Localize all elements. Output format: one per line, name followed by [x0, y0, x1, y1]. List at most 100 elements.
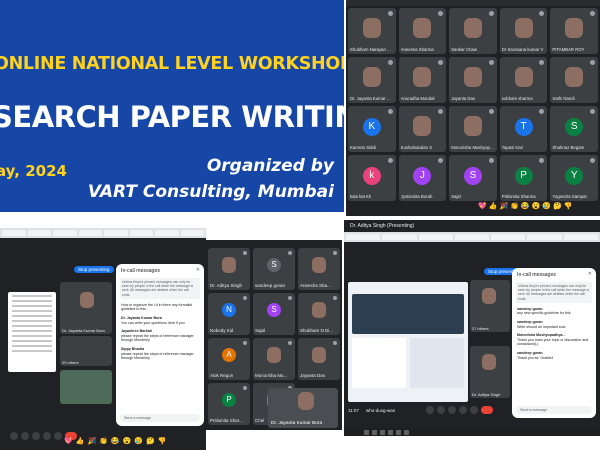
reaction-emoji-button[interactable]: 👏: [99, 437, 108, 446]
mic-button[interactable]: [426, 406, 434, 414]
avatar: S: [565, 118, 584, 136]
reaction-emoji-button[interactable]: 😮: [123, 437, 132, 446]
in-call-messages-panel: In-call messages ✕ Unless they're pinned…: [512, 268, 596, 418]
mic-muted-icon: [539, 60, 545, 65]
mic-muted-icon: [243, 386, 247, 390]
reaction-emoji-button[interactable]: 👍: [489, 202, 498, 211]
participant-tile[interactable]: Anuradha Mondal: [398, 57, 447, 103]
participant-tile[interactable]: K Kamran Siddi: [348, 106, 396, 152]
participant-tile[interactable]: P Pritismita Sharma: [499, 155, 548, 201]
participant-photo: [312, 302, 326, 318]
close-icon[interactable]: ✕: [588, 271, 592, 277]
leave-call-button[interactable]: [481, 406, 493, 414]
mic-muted-icon: [333, 251, 337, 255]
participant-photo: [482, 354, 496, 370]
presenting-label: Dr. Aditya Singh (Presenting): [350, 223, 415, 229]
participant-tile[interactable]: Aneesha Sha...: [298, 248, 340, 290]
participant-tile[interactable]: Sankar Chaw: [449, 8, 497, 54]
participant-tile-presenter[interactable]: Dr. Aditya Singh: [470, 346, 510, 398]
participant-tile[interactable]: N Nobody Kid: [208, 293, 250, 335]
participant-tile[interactable]: Y Yogendra Sampat: [550, 155, 598, 201]
participant-tile[interactable]: Kushalnandan S: [398, 106, 447, 152]
mic-muted-icon: [243, 296, 247, 300]
participant-tile[interactable]: Dr. Aditya Singh: [208, 248, 250, 290]
participant-tile[interactable]: Monorisha Mushyopadhya...: [449, 106, 497, 152]
participant-tile[interactable]: Ssandeep guran: [253, 248, 295, 290]
present-button[interactable]: [470, 406, 478, 414]
participant-tile-others[interactable]: 27 others: [470, 280, 510, 332]
captions-button[interactable]: [32, 432, 40, 440]
reaction-emoji-button[interactable]: 😂: [521, 202, 530, 211]
reaction-emoji-button[interactable]: 😮: [532, 202, 541, 211]
meet-top-bar: [346, 0, 600, 6]
participant-tile[interactable]: Shubham N Di...: [298, 293, 340, 335]
mic-button[interactable]: [10, 432, 18, 440]
mic-muted-icon: [488, 11, 494, 16]
avatar: S: [267, 258, 281, 272]
message-text: please repeat the steps of reference man…: [121, 333, 194, 343]
reaction-emoji-button[interactable]: 🤔: [553, 202, 562, 211]
participant-tile[interactable]: Aneesha Sharma: [398, 8, 447, 54]
participant-tile[interactable]: S Sajal: [253, 293, 295, 335]
reaction-emoji-button[interactable]: 🤔: [146, 437, 155, 446]
reaction-emoji-button[interactable]: 👎: [158, 437, 167, 446]
mic-muted-icon: [387, 60, 393, 65]
participant-tile[interactable]: k kala kat Kh: [348, 155, 396, 201]
close-icon[interactable]: ✕: [196, 267, 200, 273]
participant-name: kala kat Kh: [350, 194, 372, 199]
mic-muted-icon: [488, 60, 494, 65]
reaction-emoji-button[interactable]: 💖: [478, 202, 487, 211]
participant-photo: [80, 292, 94, 308]
reaction-emoji-button[interactable]: 🎉: [87, 437, 96, 446]
participant-photo: [222, 257, 236, 273]
chat-title: In-call messages: [517, 272, 556, 278]
participant-photo: [312, 257, 326, 273]
camera-button[interactable]: [21, 432, 29, 440]
avatar: A: [222, 348, 236, 362]
reaction-emoji-button[interactable]: 🎉: [499, 202, 508, 211]
participant-tile[interactable]: Monorisha Mu...: [253, 338, 295, 380]
participant-tile[interactable]: A Alok Regon: [208, 338, 250, 380]
participant-tile[interactable]: J Jyotismita Borah: [398, 155, 447, 201]
participant-tile-presenter[interactable]: Dr. Jayanta Kumar Bora: [60, 282, 112, 334]
participant-tile[interactable]: P Pritismita Shar...: [208, 383, 250, 425]
message-text: How to organize the Lit in there any for…: [121, 302, 193, 312]
reaction-emoji-button[interactable]: 😂: [111, 437, 120, 446]
participant-name: Dr. Jayanta Kumar Bora: [62, 328, 105, 333]
self-view-tile[interactable]: [60, 370, 112, 404]
participant-tile[interactable]: PITAMBAR ROY: [550, 8, 598, 54]
reaction-emoji-button[interactable]: 👏: [510, 202, 519, 211]
participant-tile[interactable]: S Sajal: [449, 155, 497, 201]
captions-button[interactable]: [448, 406, 456, 414]
participant-tile-others[interactable]: 29 others: [60, 336, 112, 366]
reaction-emoji-button[interactable]: 😢: [134, 437, 143, 446]
raise-hand-button[interactable]: [459, 406, 467, 414]
stop-presenting-button[interactable]: Stop presenting: [74, 266, 114, 273]
participant-tile[interactable]: T Tapasi Kari: [499, 106, 548, 152]
message-sender: Monorisha Mushyopadhya...: [517, 333, 566, 338]
camera-button[interactable]: [437, 406, 445, 414]
mic-muted-icon: [589, 109, 595, 114]
participant-name: Jyotismita Borah: [400, 194, 433, 199]
send-message-input[interactable]: Send a message: [516, 406, 592, 414]
message-sender: Sippy Bhadra: [121, 346, 145, 351]
send-message-input[interactable]: Send a message: [120, 414, 200, 422]
participant-tile[interactable]: Sathi Nandi: [550, 57, 598, 103]
participant-photo: [413, 67, 432, 87]
reaction-emoji-button[interactable]: 💖: [64, 437, 73, 446]
participant-tile[interactable]: Dr Saranana kumar V: [499, 8, 548, 54]
present-button[interactable]: [54, 432, 62, 440]
participant-tile[interactable]: Dr. Jayanta Kumar Bora: [348, 57, 396, 103]
message-sender: sandeep guran: [517, 320, 543, 324]
reaction-emoji-button[interactable]: 😢: [542, 202, 551, 211]
floating-self-tile[interactable]: Dr. Jayanta Kumar Bora: [268, 388, 338, 428]
raise-hand-button[interactable]: [43, 432, 51, 440]
participant-tile[interactable]: Jayanta Das: [449, 57, 497, 103]
participant-tile[interactable]: S Shahnaz Begam: [550, 106, 598, 152]
reaction-emoji-button[interactable]: 👍: [76, 437, 85, 446]
participant-tile[interactable]: Shubham Narayan Shelt: [348, 8, 396, 54]
participant-tile[interactable]: Jayanta Das: [298, 338, 340, 380]
participant-tile[interactable]: subham sharma: [499, 57, 548, 103]
message-sender: Dr. Jayanta Kumar Bora: [121, 316, 162, 320]
reaction-emoji-button[interactable]: 👎: [564, 202, 573, 211]
